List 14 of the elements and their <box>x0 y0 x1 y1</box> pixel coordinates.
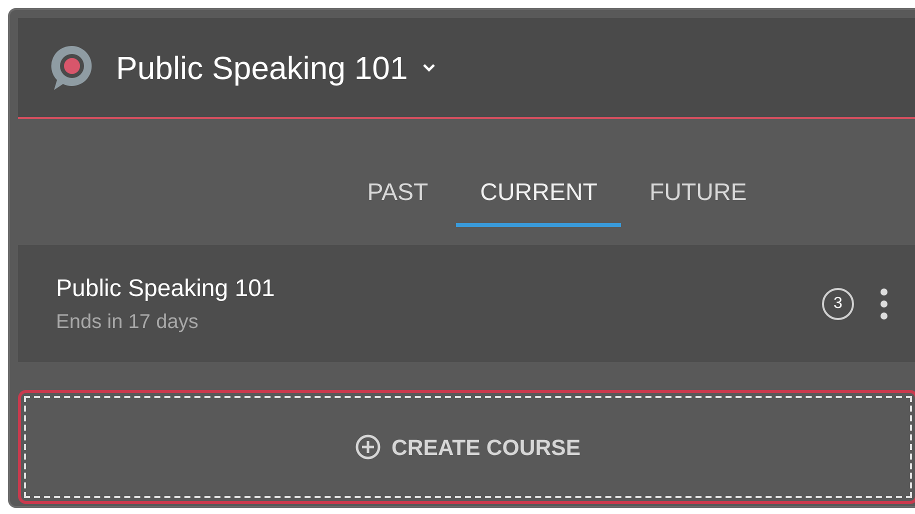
tab[interactable]: FUTURE <box>645 175 751 227</box>
create-course-label: CREATE COURSE <box>391 434 581 462</box>
tab[interactable]: PAST <box>363 175 432 227</box>
course-row[interactable]: Public Speaking 101 Ends in 17 days 3 <box>18 245 915 362</box>
chevron-down-icon <box>422 62 436 72</box>
more-options-icon[interactable] <box>880 288 888 320</box>
count-badge: 3 <box>822 288 854 320</box>
tab[interactable]: CURRENT <box>456 175 622 227</box>
create-course-button[interactable]: CREATE COURSE <box>18 390 915 504</box>
course-name: Public Speaking 101 <box>56 274 276 304</box>
plus-circle-icon <box>355 434 382 460</box>
course-title-dropdown[interactable]: Public Speaking 101 <box>116 44 436 92</box>
course-end-date: Ends in 17 days <box>56 310 200 334</box>
speech-bubble-icon <box>50 44 94 92</box>
